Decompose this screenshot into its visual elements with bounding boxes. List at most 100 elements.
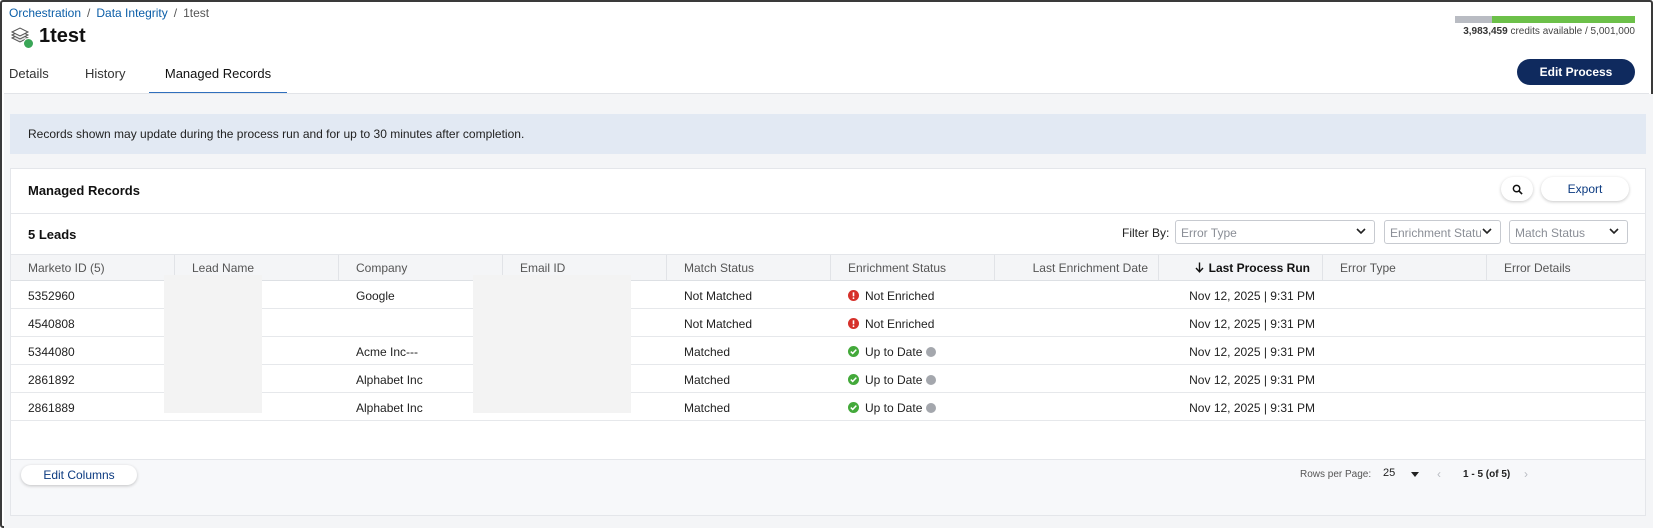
- cell-last-process-run: Nov 12, 2025 | 9:31 PM: [1189, 289, 1315, 303]
- enrichment-status-text: Not Enriched: [865, 317, 935, 331]
- column-header-last-process-run[interactable]: Last Process Run: [1159, 255, 1323, 280]
- cell-error-type: [1323, 309, 1487, 336]
- column-header-match-status[interactable]: Match Status: [667, 255, 831, 280]
- cell-last-enrichment-date: [995, 309, 1159, 336]
- cell-match-status: Matched: [684, 401, 731, 415]
- info-icon[interactable]: [926, 375, 937, 385]
- cell-marketo-id: 4540808: [28, 317, 75, 331]
- rows-per-page-select[interactable]: 25: [1383, 467, 1423, 479]
- cell-match-status: Not Matched: [684, 289, 753, 303]
- info-icon[interactable]: [926, 347, 937, 357]
- cell-error-details: [1487, 309, 1645, 336]
- cell-enrichment-status: Not Enriched: [831, 281, 995, 308]
- page-title: 1test: [39, 24, 86, 47]
- cell-last-enrichment-date: [995, 281, 1159, 308]
- filter-placeholder: Match Status: [1515, 226, 1586, 240]
- breadcrumb: Orchestration / Data Integrity / 1test: [9, 6, 209, 20]
- filter-match-status[interactable]: Match Status: [1509, 220, 1628, 244]
- breadcrumb-separator: /: [87, 6, 91, 20]
- redacted-emails: [473, 275, 631, 413]
- filter-placeholder: Error Type: [1181, 226, 1237, 240]
- app-frame: Orchestration / Data Integrity/1test 1test…: [0, 0, 1653, 528]
- check-circle-icon: [848, 374, 859, 385]
- cell-error-details: [1487, 337, 1645, 364]
- cell-marketo-id: 2861892: [28, 373, 75, 387]
- leads-count: 5 Leads: [28, 227, 77, 242]
- cell-match-status: Matched: [684, 345, 731, 359]
- cell-last-enrichment-date: [995, 337, 1159, 364]
- credits-text: 3,983,459 credits available / 5,001,000: [1455, 26, 1635, 37]
- column-header-enrichment-status[interactable]: Enrichment Status: [831, 255, 995, 280]
- column-header-label: Last Process Run: [1208, 261, 1310, 275]
- edit-columns-button[interactable]: Edit Columns: [21, 465, 137, 485]
- title-row: 1test: [9, 24, 86, 49]
- tab-history[interactable]: History: [85, 60, 149, 94]
- cell-error-details: [1487, 281, 1645, 308]
- chevron-down-icon: [1481, 225, 1493, 237]
- breadcrumb-current: 1test: [183, 6, 210, 20]
- enrichment-status-text: Up to Date: [865, 345, 923, 359]
- cell-enrichment-status: Up to Date: [831, 393, 995, 420]
- cell-error-type: [1323, 281, 1487, 308]
- card-title: Managed Records: [28, 183, 140, 198]
- cell-match-status: Matched: [684, 373, 731, 387]
- enrichment-status-text: Up to Date: [865, 401, 923, 415]
- cell-last-process-run: Nov 12, 2025 | 9:31 PM: [1189, 317, 1315, 331]
- cell-match-status: Not Matched: [684, 317, 753, 331]
- tab-managed-records[interactable]: Managed Records: [149, 60, 287, 94]
- tab-details[interactable]: Details: [9, 60, 85, 94]
- credits-available-value: 3,983,459: [1463, 26, 1508, 37]
- rows-per-page-value: 25: [1383, 467, 1396, 479]
- prev-page-icon[interactable]: ‹: [1437, 467, 1441, 481]
- filter-error-type[interactable]: Error Type: [1175, 220, 1375, 244]
- cell-marketo-id: 2861889: [28, 401, 75, 415]
- cell-last-process-run: Nov 12, 2025 | 9:31 PM: [1189, 345, 1315, 359]
- enrichment-status-text: Not Enriched: [865, 289, 935, 303]
- table-footer: Edit Columns Rows per Page: 25 ‹ 1 - 5 (…: [11, 459, 1645, 515]
- cell-error-details: [1487, 393, 1645, 420]
- info-banner-text: Records shown may update during the proc…: [28, 127, 525, 141]
- breadcrumb-orchestration[interactable]: Orchestration: [9, 6, 81, 20]
- cell-last-enrichment-date: [995, 365, 1159, 392]
- next-page-icon[interactable]: ›: [1524, 467, 1528, 481]
- caret-down-icon: [1411, 472, 1419, 477]
- filter-enrichment-status[interactable]: Enrichment Status: [1384, 220, 1501, 244]
- error-circle-icon: [848, 318, 859, 329]
- cell-enrichment-status: Not Enriched: [831, 309, 995, 336]
- info-icon[interactable]: [926, 403, 937, 413]
- info-banner: Records shown may update during the proc…: [10, 114, 1646, 154]
- filter-placeholder: Enrichment Status: [1390, 226, 1489, 240]
- pagination-info: 1 - 5 (of 5): [1463, 469, 1511, 480]
- error-circle-icon: [848, 290, 859, 301]
- check-circle-icon: [848, 346, 859, 357]
- cell-enrichment-status: Up to Date: [831, 365, 995, 392]
- enrichment-status-text: Up to Date: [865, 373, 923, 387]
- breadcrumb-data-integrity[interactable]: Data Integrity: [96, 6, 167, 20]
- chevron-down-icon: [1609, 228, 1619, 235]
- credits-bar: [1455, 16, 1635, 23]
- cell-error-details: [1487, 365, 1645, 392]
- cell-error-type: [1323, 393, 1487, 420]
- cell-error-type: [1323, 337, 1487, 364]
- managed-records-card: Managed Records Export 5 Leads Filter By…: [10, 168, 1646, 516]
- column-header-marketo-id[interactable]: Marketo ID (5): [11, 255, 175, 280]
- redacted-lead-names: [164, 275, 262, 413]
- edit-process-button[interactable]: Edit Process: [1517, 59, 1635, 85]
- column-header-error-type[interactable]: Error Type: [1323, 255, 1487, 280]
- rows-per-page-label: Rows per Page:: [1300, 469, 1372, 480]
- credits-suffix: credits available / 5,001,000: [1510, 26, 1635, 37]
- export-button[interactable]: Export: [1541, 177, 1629, 201]
- cell-error-type: [1323, 365, 1487, 392]
- search-icon: [1512, 184, 1523, 195]
- column-header-error-details[interactable]: Error Details: [1487, 255, 1645, 280]
- search-button[interactable]: [1501, 177, 1533, 201]
- column-header-last-enrichment-date[interactable]: Last Enrichment Date: [995, 255, 1159, 280]
- check-circle-icon: [848, 402, 859, 413]
- chevron-down-icon: [1356, 228, 1366, 235]
- arrow-down-icon: [1195, 262, 1204, 273]
- credits-available-fill: [1491, 16, 1635, 23]
- cell-marketo-id: 5352960: [28, 289, 75, 303]
- tab-bar: Details History Managed Records: [9, 60, 287, 94]
- cell-last-process-run: Nov 12, 2025 | 9:31 PM: [1189, 401, 1315, 415]
- credits-meter: 3,983,459 credits available / 5,001,000: [1455, 16, 1635, 37]
